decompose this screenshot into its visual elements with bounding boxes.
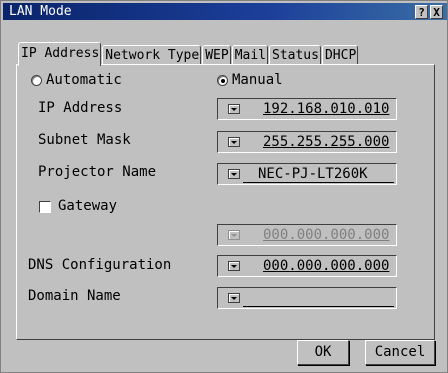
tab-wep[interactable]: WEP: [202, 45, 231, 65]
subnet-mask-field[interactable]: 255.255.255.000: [217, 131, 397, 153]
domain-name-field[interactable]: [217, 287, 397, 309]
tab-status[interactable]: Status: [269, 45, 321, 65]
chevron-down-icon: [228, 293, 240, 303]
cancel-button[interactable]: Cancel: [365, 340, 435, 365]
manual-radio[interactable]: [217, 75, 228, 86]
domain-name-underline: [243, 306, 394, 307]
ok-button[interactable]: OK: [297, 340, 349, 365]
title-bar: LAN Mode ? X: [3, 3, 447, 20]
gateway-field[interactable]: 000.000.000.000: [217, 224, 397, 246]
gateway-checkbox[interactable]: [39, 201, 51, 213]
projector-name-underline: [243, 182, 394, 183]
chevron-down-icon: [228, 104, 240, 114]
ip-address-label: IP Address: [38, 100, 123, 116]
tab-network-type[interactable]: Network Type: [102, 45, 202, 65]
ip-address-value: 192.168.010.010: [263, 101, 390, 117]
tab-strip: IP Address Network Type WEP Mail Status …: [18, 41, 359, 66]
subnet-mask-value: 255.255.255.000: [263, 134, 390, 150]
lan-mode-dialog: LAN Mode ? X IP Address Network Type WEP…: [0, 0, 448, 373]
tab-ip-address[interactable]: IP Address: [18, 42, 102, 66]
dns-field[interactable]: 000.000.000.000: [217, 255, 397, 277]
close-button[interactable]: X: [430, 5, 443, 19]
manual-label: Manual: [232, 72, 283, 88]
chevron-down-icon: [228, 261, 240, 271]
ip-address-field[interactable]: 192.168.010.010: [217, 98, 397, 120]
automatic-label: Automatic: [46, 72, 122, 88]
window-title: LAN Mode: [9, 4, 72, 19]
help-button[interactable]: ?: [415, 5, 428, 19]
gateway-value: 000.000.000.000: [263, 227, 390, 243]
subnet-mask-label: Subnet Mask: [38, 132, 131, 148]
projector-name-value: NEC-PJ-LT260K: [258, 166, 368, 182]
tab-dhcp[interactable]: DHCP: [321, 45, 359, 65]
tab-mail[interactable]: Mail: [231, 45, 268, 65]
chevron-down-icon: [228, 137, 240, 147]
projector-name-label: Projector Name: [38, 164, 157, 180]
domain-name-label: Domain Name: [28, 288, 121, 304]
dns-value: 000.000.000.000: [263, 258, 390, 274]
chevron-down-icon: [228, 230, 240, 240]
dns-label: DNS Configuration: [28, 257, 172, 273]
projector-name-field[interactable]: NEC-PJ-LT260K: [217, 163, 397, 185]
gateway-label: Gateway: [58, 198, 118, 214]
automatic-radio[interactable]: [31, 75, 42, 86]
chevron-down-icon: [228, 169, 240, 179]
